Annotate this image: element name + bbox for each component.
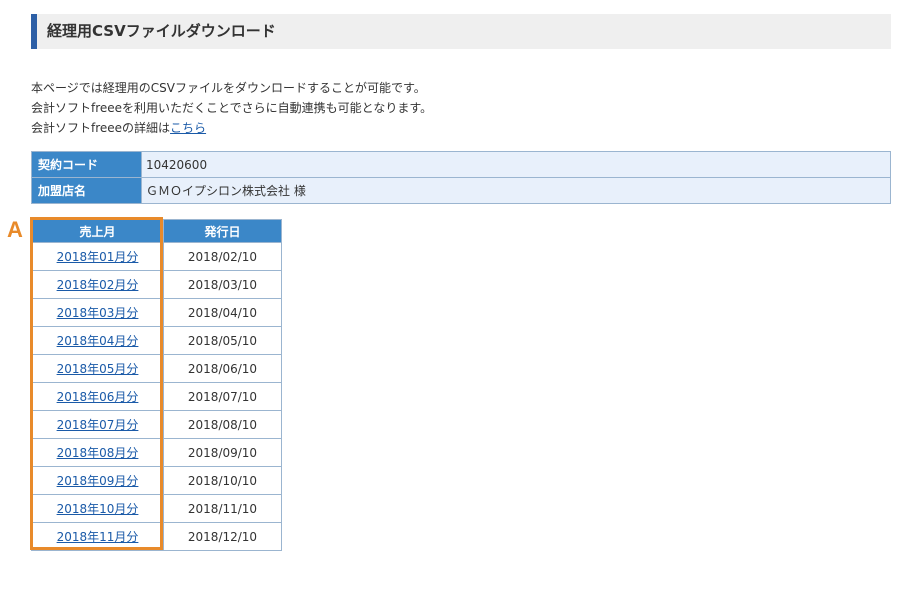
table-row: 2018年11月分 2018/12/10 <box>31 522 282 551</box>
intro-line-1: 本ページでは経理用のCSVファイルをダウンロードすることが可能です。 <box>31 81 426 95</box>
sales-month-cell: 2018年07月分 <box>31 410 164 439</box>
contract-info-table: 契約コード 10420600 加盟店名 ＧＭＯイプシロン株式会社 様 <box>31 151 891 204</box>
annotation-marker: A <box>7 217 23 242</box>
sales-month-cell: 2018年05月分 <box>31 354 164 383</box>
contract-code-label: 契約コード <box>31 151 142 178</box>
csv-download-link[interactable]: 2018年05月分 <box>57 362 139 376</box>
csv-download-link[interactable]: 2018年08月分 <box>57 446 139 460</box>
issue-date-cell: 2018/05/10 <box>163 326 282 355</box>
contract-code-value: 10420600 <box>141 151 891 178</box>
table-row: 2018年01月分 2018/02/10 <box>31 242 282 271</box>
store-name-row: 加盟店名 ＧＭＯイプシロン株式会社 様 <box>31 177 891 204</box>
store-name-label: 加盟店名 <box>31 177 142 204</box>
csv-download-link[interactable]: 2018年01月分 <box>57 250 139 264</box>
csv-download-link[interactable]: 2018年10月分 <box>57 502 139 516</box>
csv-download-table: 売上月 発行日 2018年01月分 2018/02/10 2018年02月分 2018… <box>31 219 282 551</box>
table-row: 2018年09月分 2018/10/10 <box>31 466 282 495</box>
table-row: 2018年06月分 2018/07/10 <box>31 382 282 411</box>
sales-month-cell: 2018年11月分 <box>31 522 164 551</box>
issue-date-cell: 2018/11/10 <box>163 494 282 523</box>
sales-month-cell: 2018年08月分 <box>31 438 164 467</box>
issue-date-cell: 2018/10/10 <box>163 466 282 495</box>
contract-code-row: 契約コード 10420600 <box>31 151 891 178</box>
store-name-value: ＧＭＯイプシロン株式会社 様 <box>141 177 891 204</box>
issue-date-cell: 2018/09/10 <box>163 438 282 467</box>
table-row: 2018年04月分 2018/05/10 <box>31 326 282 355</box>
issue-date-cell: 2018/08/10 <box>163 410 282 439</box>
sales-month-cell: 2018年06月分 <box>31 382 164 411</box>
sales-month-cell: 2018年01月分 <box>31 242 164 271</box>
table-row: 2018年07月分 2018/08/10 <box>31 410 282 439</box>
table-row: 2018年05月分 2018/06/10 <box>31 354 282 383</box>
table-row: 2018年10月分 2018/11/10 <box>31 494 282 523</box>
sales-month-cell: 2018年03月分 <box>31 298 164 327</box>
csv-download-link[interactable]: 2018年07月分 <box>57 418 139 432</box>
issue-date-cell: 2018/07/10 <box>163 382 282 411</box>
issue-date-cell: 2018/06/10 <box>163 354 282 383</box>
issue-date-cell: 2018/12/10 <box>163 522 282 551</box>
page-title: 経理用CSVファイルダウンロード <box>47 22 276 40</box>
table-row: 2018年03月分 2018/04/10 <box>31 298 282 327</box>
intro-text: 本ページでは経理用のCSVファイルをダウンロードすることが可能です。 会計ソフト… <box>31 78 432 138</box>
sales-month-cell: 2018年02月分 <box>31 270 164 299</box>
csv-download-link[interactable]: 2018年04月分 <box>57 334 139 348</box>
column-header-sales-month: 売上月 <box>31 219 164 243</box>
intro-line-3-text: 会計ソフトfreeeの詳細は <box>31 121 171 135</box>
table-row: 2018年02月分 2018/03/10 <box>31 270 282 299</box>
csv-download-link[interactable]: 2018年02月分 <box>57 278 139 292</box>
csv-download-link[interactable]: 2018年11月分 <box>57 530 139 544</box>
csv-download-link[interactable]: 2018年09月分 <box>57 474 139 488</box>
csv-download-link[interactable]: 2018年03月分 <box>57 306 139 320</box>
issue-date-cell: 2018/02/10 <box>163 242 282 271</box>
issue-date-cell: 2018/04/10 <box>163 298 282 327</box>
intro-line-3: 会計ソフトfreeeの詳細はこちら <box>31 118 432 138</box>
sales-month-cell: 2018年04月分 <box>31 326 164 355</box>
issue-date-cell: 2018/03/10 <box>163 270 282 299</box>
column-header-issue-date: 発行日 <box>163 219 282 243</box>
sales-month-cell: 2018年09月分 <box>31 466 164 495</box>
table-header-row: 売上月 発行日 <box>31 219 282 243</box>
intro-line-2: 会計ソフトfreeeを利用いただくことでさらに自動連携も可能となります。 <box>31 101 433 115</box>
sales-month-cell: 2018年10月分 <box>31 494 164 523</box>
csv-download-link[interactable]: 2018年06月分 <box>57 390 139 404</box>
page-header: 経理用CSVファイルダウンロード <box>31 14 891 49</box>
header-accent-bar <box>31 14 37 49</box>
table-row: 2018年08月分 2018/09/10 <box>31 438 282 467</box>
freee-details-link[interactable]: こちら <box>170 121 206 135</box>
